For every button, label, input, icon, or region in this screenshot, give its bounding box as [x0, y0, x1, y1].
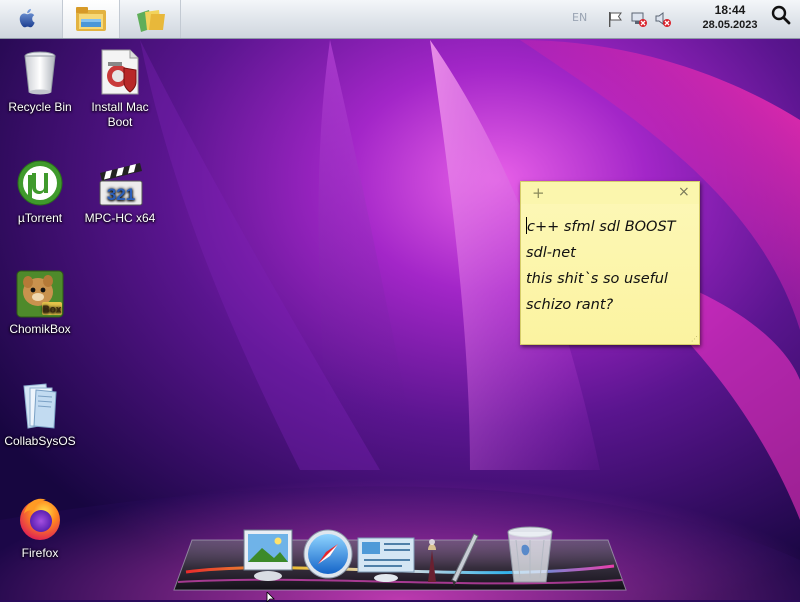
file-explorer-button[interactable]	[62, 0, 120, 38]
mpc-hc-icon: 321	[99, 163, 143, 206]
safari-icon[interactable]	[303, 529, 353, 579]
file-explorer-icon	[76, 7, 106, 31]
utorrent-icon	[17, 160, 63, 206]
installer-icon	[101, 49, 139, 95]
desktop-icon-label: CollabSysOS	[4, 434, 76, 448]
desktop-icon-firefox[interactable]: Firefox	[0, 494, 82, 561]
trash-icon[interactable]	[507, 526, 553, 583]
desktop-icon-mpc-hc[interactable]: 321 MPC-HC x64	[78, 159, 162, 226]
desktop-icon-collabsysos[interactable]: CollabSysOS	[0, 382, 82, 449]
chomikbox-icon: Box	[16, 270, 64, 318]
recycle-bin-icon	[24, 51, 56, 95]
desktop-icon-label: Recycle Bin	[8, 100, 72, 114]
desktop-icon-chomikbox[interactable]: Box ChomikBox	[0, 270, 82, 337]
desktop-icon-label: MPC-HC x64	[84, 211, 156, 225]
top-menubar: EN 18:44 28.05.2023	[0, 0, 800, 39]
apple-menu-button[interactable]	[0, 0, 58, 38]
mouse-cursor-icon	[266, 592, 275, 602]
sticky-note-header[interactable]: + ×	[521, 182, 699, 204]
resize-grip[interactable]: ⋰	[691, 335, 698, 343]
desktop-icon-label: µTorrent	[17, 211, 63, 225]
desktop-icon-label: Install Mac Boot	[91, 100, 149, 129]
add-note-button[interactable]: +	[532, 184, 545, 202]
volume-muted-icon[interactable]	[654, 10, 672, 28]
language-indicator[interactable]: EN	[572, 11, 587, 24]
action-center-flag-icon[interactable]	[606, 10, 624, 28]
desktop-icon-install-mac-boot[interactable]: Install Mac Boot	[78, 48, 162, 130]
close-note-button[interactable]: ×	[678, 184, 690, 200]
mpc-badge-text: 321	[107, 185, 135, 204]
sticky-note-text[interactable]: c++ sfml sdl BOOST sdl-net this shit`s s…	[526, 214, 694, 318]
firefox-icon	[20, 498, 60, 540]
search-icon[interactable]	[770, 4, 792, 26]
file-folders-icon	[137, 10, 165, 32]
desktop-icon-recycle-bin[interactable]: Recycle Bin	[0, 48, 82, 115]
folder-icon	[23, 383, 57, 429]
chomikbox-badge-text: Box	[43, 305, 62, 316]
note-line: this shit`s so useful	[526, 271, 668, 287]
clock-date: 28.05.2023	[702, 19, 758, 31]
clock-time: 18:44	[714, 3, 746, 17]
dock	[173, 526, 627, 591]
desktop-icon-label: Firefox	[21, 546, 59, 560]
desktop-icon-label: ChomikBox	[9, 322, 71, 336]
sticky-note[interactable]: + × c++ sfml sdl BOOST sdl-net this shit…	[520, 181, 700, 345]
apple-icon	[19, 8, 35, 28]
clock[interactable]: 18:44 28.05.2023	[690, 2, 770, 32]
desktop-icon-utorrent[interactable]: µTorrent	[0, 159, 82, 226]
note-line: c++ sfml sdl BOOST	[527, 219, 676, 235]
note-line: sdl-net	[526, 245, 576, 261]
network-disconnected-icon[interactable]	[630, 10, 648, 28]
note-line: schizo rant?	[526, 297, 614, 313]
file-folders-button[interactable]	[122, 0, 181, 38]
